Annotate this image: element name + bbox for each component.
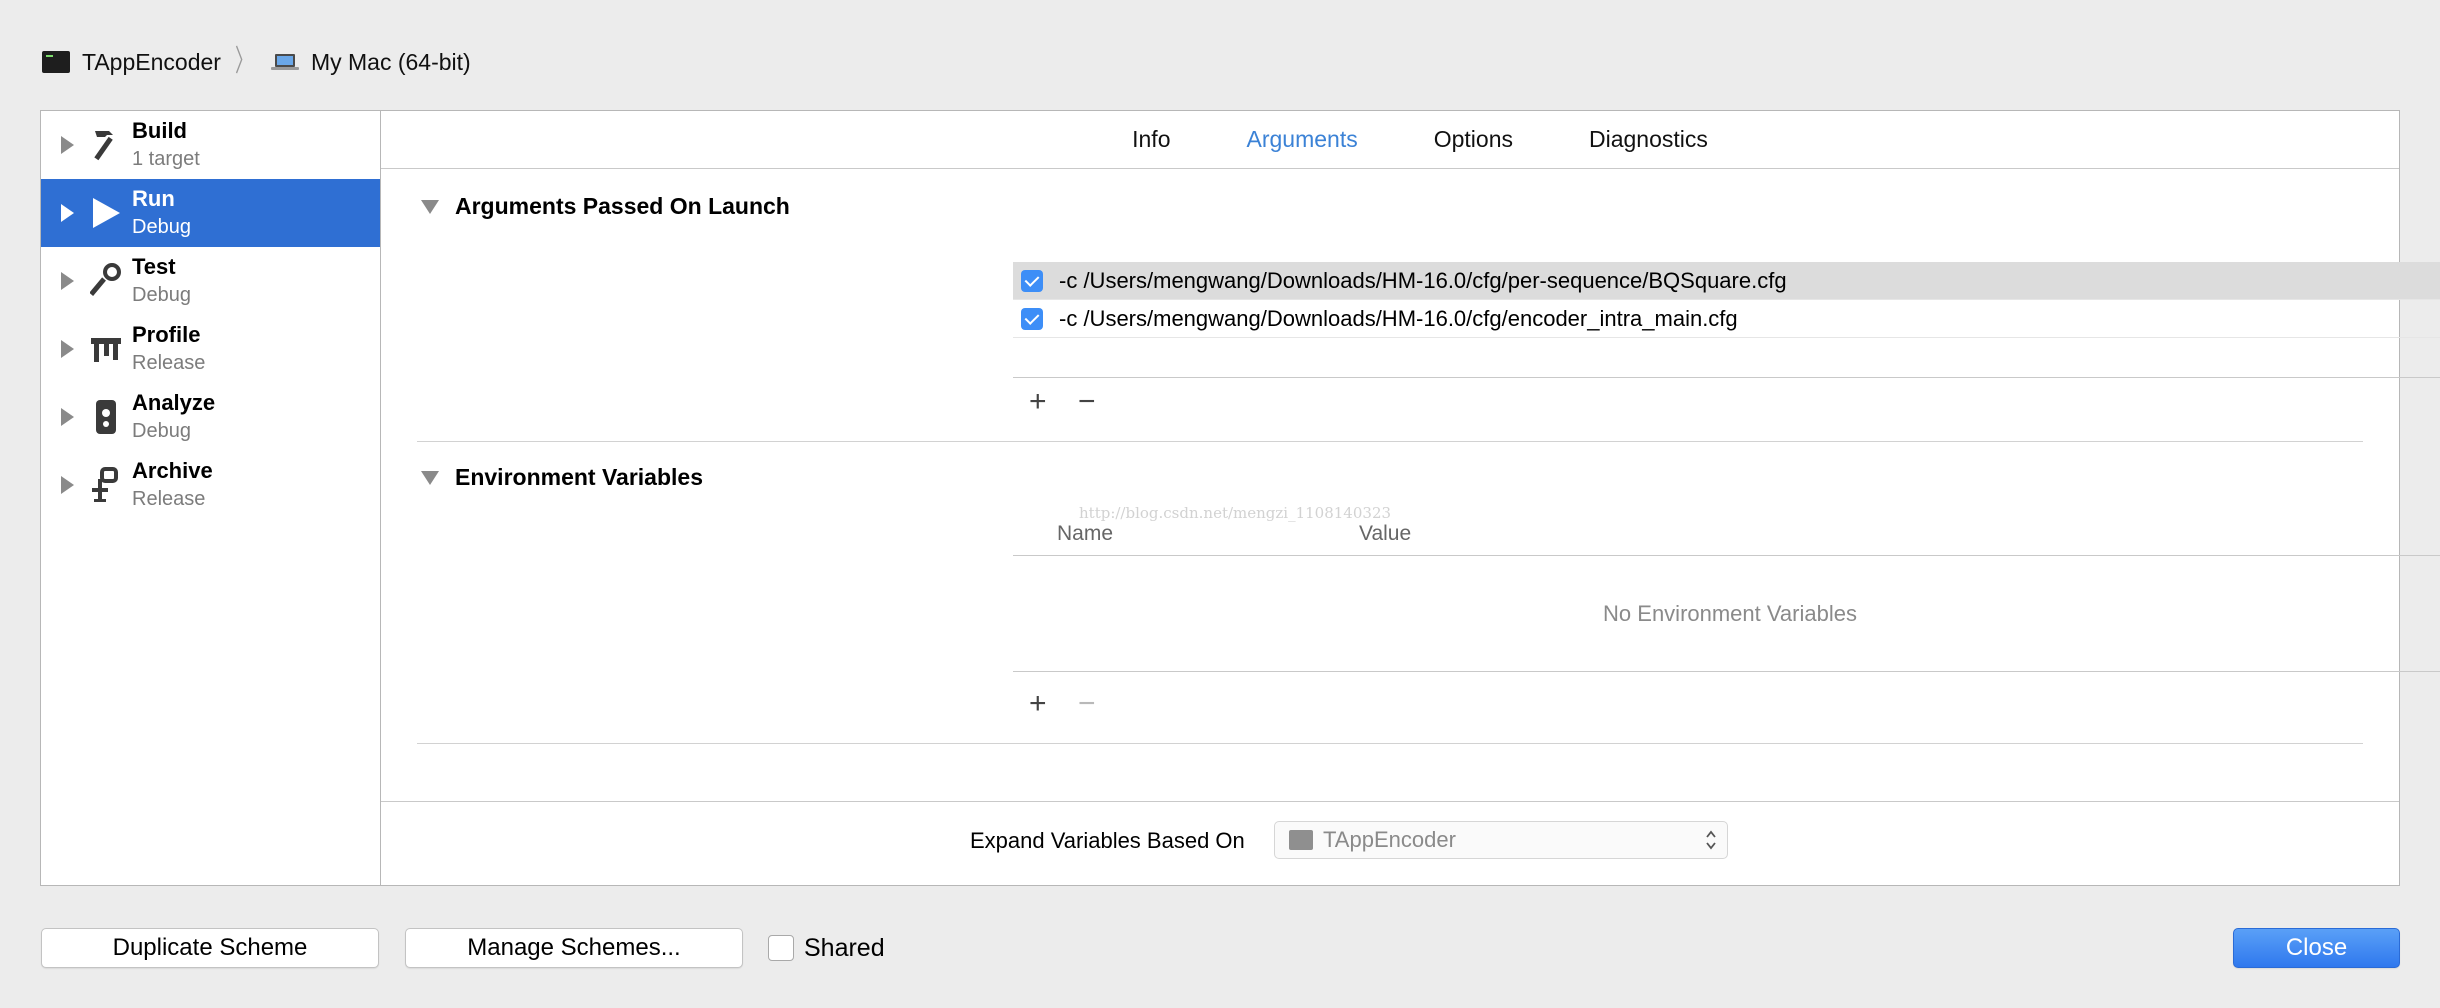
disclosure-triangle-icon[interactable]	[61, 340, 74, 358]
target-icon	[1289, 830, 1313, 850]
empty-state-text: No Environment Variables	[1603, 600, 1857, 626]
sidebar-item-subtitle: Release	[132, 488, 206, 510]
run-settings-panel: Info Arguments Options Diagnostics Argum…	[381, 111, 2440, 885]
sidebar-item-subtitle: Debug	[132, 284, 191, 306]
sidebar-item-subtitle: Debug	[132, 420, 191, 442]
terminal-icon	[42, 51, 70, 73]
tab-info[interactable]: Info	[1132, 126, 1170, 153]
scheme-editor: Build 1 target Run Debug Test Debug Prof…	[40, 110, 2440, 886]
sidebar-item-title: Archive	[132, 458, 213, 483]
environment-section-header[interactable]: Environment Variables	[421, 464, 703, 491]
environment-table-header: Name Value	[1013, 516, 2440, 556]
arguments-section-header[interactable]: Arguments Passed On Launch	[421, 193, 790, 220]
disclosure-triangle-icon[interactable]	[61, 272, 74, 290]
sidebar-item-subtitle: Release	[132, 352, 206, 374]
disclosure-triangle-icon[interactable]	[421, 199, 439, 214]
tab-bar: Info Arguments Options Diagnostics	[381, 111, 2399, 169]
instruments-icon	[88, 329, 124, 369]
sidebar-item-subtitle: 1 target	[132, 148, 200, 170]
sidebar-item-build[interactable]: Build 1 target	[41, 111, 380, 179]
hammer-icon	[88, 125, 124, 165]
expand-variables-label: Expand Variables Based On	[970, 828, 1245, 853]
sidebar-item-title: Analyze	[132, 390, 216, 415]
wrench-icon	[88, 261, 124, 301]
tab-diagnostics[interactable]: Diagnostics	[1589, 126, 1708, 153]
sidebar-item-subtitle: Debug	[132, 216, 191, 238]
environment-empty-state: No Environment Variables	[1013, 556, 2440, 672]
manage-schemes-button[interactable]: Manage Schemes...	[405, 928, 743, 968]
sidebar-item-title: Test	[132, 254, 176, 279]
sidebar-item-title: Run	[132, 186, 175, 211]
environment-section-title: Environment Variables	[455, 464, 703, 490]
argument-enabled-checkbox[interactable]	[1021, 269, 1043, 292]
disclosure-triangle-icon[interactable]	[61, 408, 74, 426]
add-argument-button[interactable]: +	[1029, 387, 1047, 417]
argument-text[interactable]: -c /Users/mengwang/Downloads/HM-16.0/cfg…	[1059, 306, 1738, 332]
arguments-section-title: Arguments Passed On Launch	[455, 193, 790, 219]
sidebar-item-archive[interactable]: Archive Release	[41, 451, 380, 519]
column-header-name[interactable]: Name	[1057, 522, 1113, 546]
analyze-icon	[88, 397, 124, 437]
expand-variables-select[interactable]: TAppEncoder	[1274, 821, 1728, 859]
sidebar-item-title: Build	[132, 118, 187, 143]
scheme-action-sidebar: Build 1 target Run Debug Test Debug Prof…	[41, 111, 381, 885]
breadcrumb-destination[interactable]: My Mac (64-bit)	[311, 49, 471, 76]
tab-arguments[interactable]: Arguments	[1247, 126, 1358, 153]
disclosure-triangle-icon[interactable]	[421, 470, 439, 485]
archive-icon	[88, 465, 124, 505]
updown-chevron-icon	[1706, 830, 1716, 850]
argument-row[interactable]: -c /Users/mengwang/Downloads/HM-16.0/cfg…	[1013, 300, 2440, 338]
arguments-list: -c /Users/mengwang/Downloads/HM-16.0/cfg…	[1013, 262, 2440, 338]
sidebar-item-title: Profile	[132, 322, 201, 347]
column-header-value[interactable]: Value	[1359, 522, 1411, 546]
close-button[interactable]: Close	[2233, 928, 2400, 968]
disclosure-triangle-icon[interactable]	[61, 136, 74, 154]
argument-text[interactable]: -c /Users/mengwang/Downloads/HM-16.0/cfg…	[1059, 268, 1787, 294]
expand-variables-bar: Expand Variables Based On TAppEncoder	[381, 801, 2399, 885]
sidebar-item-profile[interactable]: Profile Release	[41, 315, 380, 383]
laptop-icon	[270, 54, 299, 70]
disclosure-triangle-icon[interactable]	[61, 476, 74, 494]
sidebar-item-run[interactable]: Run Debug	[41, 179, 380, 247]
remove-environment-variable-button: −	[1078, 687, 1096, 720]
sidebar-item-test[interactable]: Test Debug	[41, 247, 380, 315]
remove-argument-button[interactable]: −	[1078, 387, 1096, 417]
duplicate-scheme-button[interactable]: Duplicate Scheme	[41, 928, 379, 968]
shared-label[interactable]: Shared	[804, 934, 885, 963]
section-divider	[417, 441, 2363, 442]
shared-checkbox[interactable]	[768, 935, 794, 961]
arguments-list-bottom-border	[1013, 377, 2440, 378]
breadcrumb: TAppEncoder 〉 My Mac (64-bit)	[42, 44, 471, 80]
expand-variables-value: TAppEncoder	[1323, 827, 1456, 852]
add-environment-variable-button[interactable]: +	[1029, 689, 1047, 719]
section-divider	[417, 743, 2363, 744]
disclosure-triangle-icon[interactable]	[61, 204, 74, 222]
breadcrumb-target[interactable]: TAppEncoder	[82, 49, 221, 76]
sidebar-item-analyze[interactable]: Analyze Debug	[41, 383, 380, 451]
argument-row[interactable]: -c /Users/mengwang/Downloads/HM-16.0/cfg…	[1013, 262, 2440, 300]
tab-options[interactable]: Options	[1434, 126, 1513, 153]
breadcrumb-chevron-icon: 〉	[234, 45, 253, 78]
play-icon	[88, 193, 124, 233]
argument-enabled-checkbox[interactable]	[1021, 307, 1043, 330]
